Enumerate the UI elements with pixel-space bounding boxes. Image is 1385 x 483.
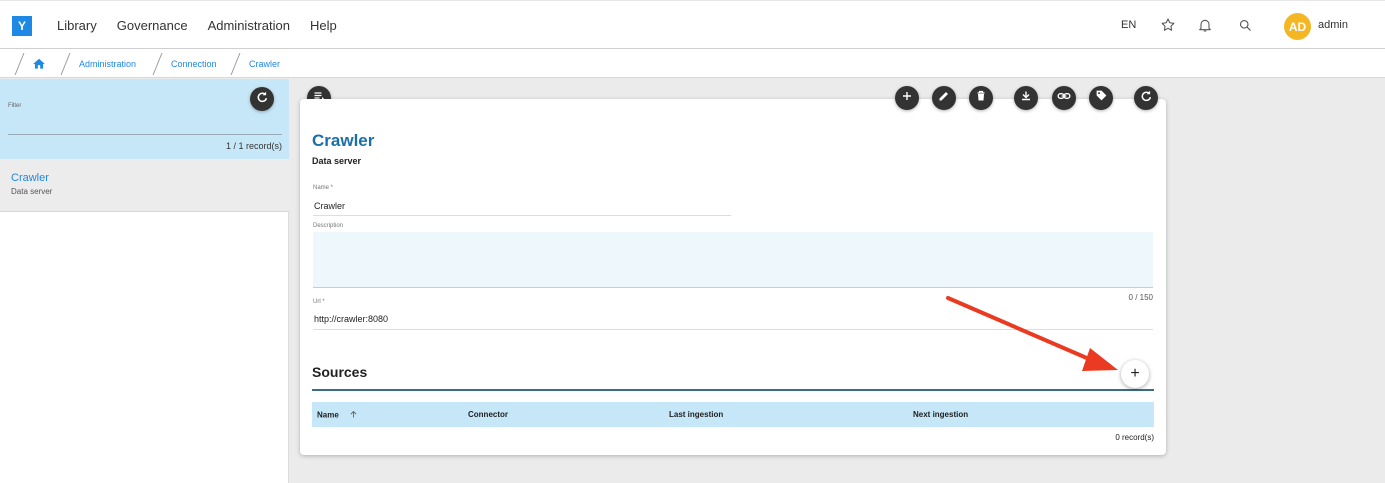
record-list-panel: Filter 1 / 1 record(s) Crawler Data serv…	[0, 79, 289, 483]
column-next-ingestion[interactable]: Next ingestion	[913, 410, 968, 419]
sources-table-header: Name Connector Last ingestion Next inges…	[312, 402, 1154, 427]
nav-library[interactable]: Library	[57, 18, 97, 33]
edit-icon	[938, 89, 950, 107]
refresh-icon	[255, 90, 269, 109]
download-button[interactable]	[1014, 86, 1038, 110]
tag-icon	[1095, 89, 1108, 107]
download-icon	[1020, 89, 1032, 107]
record-count: 1 / 1 record(s)	[225, 141, 282, 151]
main-nav: Library Governance Administration Help	[57, 1, 337, 50]
refresh-list-button[interactable]	[250, 87, 274, 111]
delete-button[interactable]	[969, 86, 993, 110]
app-logo[interactable]: Y	[12, 16, 32, 36]
name-field[interactable]: Crawler	[314, 201, 345, 211]
sources-record-count: 0 record(s)	[1115, 433, 1154, 442]
add-button[interactable]	[895, 86, 919, 110]
link-icon	[1057, 89, 1071, 108]
star-icon[interactable]	[1158, 15, 1178, 35]
list-item[interactable]: Crawler Data server	[0, 159, 289, 212]
detail-card: Crawler Data server Name * Crawler Descr…	[300, 99, 1166, 455]
url-field[interactable]: http://crawler:8080	[314, 314, 388, 324]
list-item-subtitle: Data server	[11, 187, 53, 196]
breadcrumb-crawler[interactable]: Crawler	[249, 49, 280, 78]
sort-up-icon	[349, 410, 358, 421]
add-source-button[interactable]: +	[1121, 360, 1149, 388]
refresh-button[interactable]	[1134, 86, 1158, 110]
bell-icon[interactable]	[1195, 15, 1215, 35]
link-button[interactable]	[1052, 86, 1076, 110]
search-icon[interactable]	[1235, 15, 1255, 35]
description-field-label: Description	[313, 223, 344, 229]
refresh-icon	[1139, 89, 1153, 108]
url-field-label: Url *	[313, 299, 325, 305]
filter-box: Filter 1 / 1 record(s)	[0, 79, 289, 159]
language-selector[interactable]: EN	[1121, 19, 1136, 31]
column-connector[interactable]: Connector	[468, 410, 508, 419]
description-counter: 0 / 150	[1128, 293, 1153, 302]
description-field[interactable]	[313, 232, 1153, 288]
edit-button[interactable]	[932, 86, 956, 110]
username[interactable]: admin	[1318, 19, 1348, 31]
top-bar: Y Library Governance Administration Help…	[0, 0, 1385, 49]
breadcrumb-administration[interactable]: Administration	[79, 49, 136, 78]
column-last-ingestion[interactable]: Last ingestion	[669, 410, 723, 419]
page-title: Crawler	[312, 131, 375, 150]
delete-icon	[975, 89, 987, 107]
tag-button[interactable]	[1089, 86, 1113, 110]
add-icon	[901, 89, 913, 107]
nav-governance[interactable]: Governance	[117, 18, 188, 33]
filter-input-label[interactable]: Filter	[8, 103, 21, 109]
page-subtitle: Data server	[312, 156, 362, 166]
column-name[interactable]: Name	[317, 410, 358, 421]
breadcrumb: Administration Connection Crawler	[0, 49, 1385, 78]
avatar[interactable]: AD	[1284, 13, 1311, 40]
breadcrumb-connection[interactable]: Connection	[171, 49, 217, 78]
sources-title: Sources	[312, 364, 368, 380]
nav-help[interactable]: Help	[310, 18, 337, 33]
nav-administration[interactable]: Administration	[208, 18, 290, 33]
list-item-title[interactable]: Crawler	[11, 172, 49, 184]
name-field-label: Name *	[313, 185, 334, 191]
home-icon[interactable]	[32, 49, 46, 78]
